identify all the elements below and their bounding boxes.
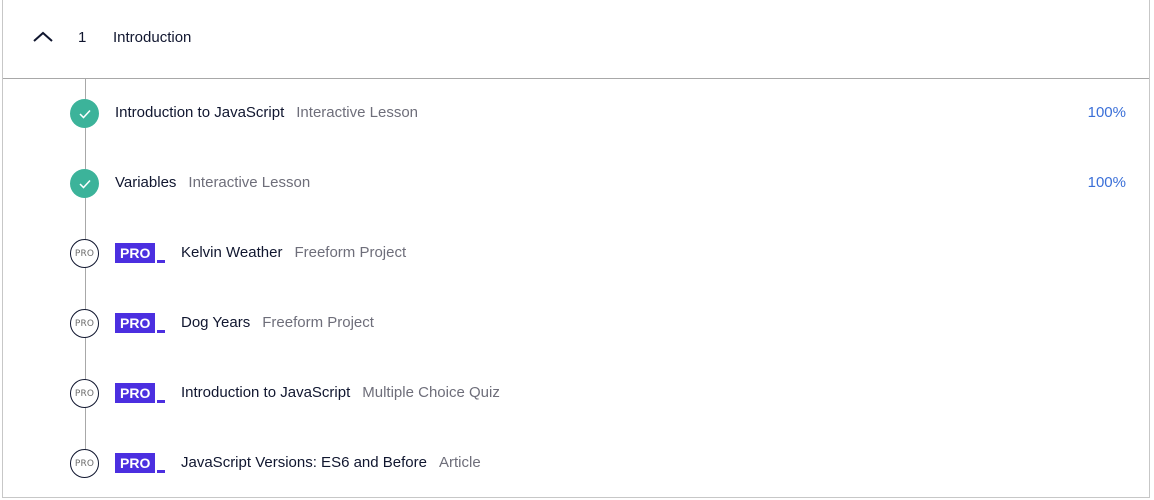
lesson-name: Dog Years	[181, 314, 251, 331]
pro-badge: PRO	[115, 243, 156, 263]
lesson-type: Multiple Choice Quiz	[362, 384, 500, 401]
lesson-item[interactable]: PRO PRO Introduction to JavaScript Multip…	[3, 359, 1151, 429]
lesson-item[interactable]: PRO PRO JavaScript Versions: ES6 and Bef…	[3, 429, 1151, 499]
section-header-toggle[interactable]: 1 Introduction	[3, 0, 1149, 79]
section-title: Introduction	[113, 29, 192, 46]
pro-lock-icon: PRO	[70, 239, 99, 268]
lesson-item[interactable]: Introduction to JavaScript Interactive Le…	[3, 79, 1151, 149]
completed-check-icon	[70, 99, 99, 128]
lesson-name: Kelvin Weather	[181, 244, 283, 261]
lesson-name: JavaScript Versions: ES6 and Before	[181, 454, 427, 471]
lesson-item[interactable]: PRO PRO Kelvin Weather Freeform Project	[3, 219, 1151, 289]
pro-badge: PRO	[115, 383, 156, 403]
lesson-name: Introduction to JavaScript	[115, 104, 285, 121]
pro-lock-icon: PRO	[70, 309, 99, 338]
lesson-label: Variables Interactive Lesson	[115, 174, 310, 191]
lesson-item[interactable]: Variables Interactive Lesson 100%	[3, 149, 1151, 219]
lesson-type: Freeform Project	[262, 314, 374, 331]
lesson-label: Introduction to JavaScript Interactive Le…	[115, 104, 418, 121]
pro-badge-underscore	[157, 260, 165, 263]
lesson-name: Introduction to JavaScript	[181, 384, 351, 401]
lesson-label: Kelvin Weather Freeform Project	[181, 244, 406, 261]
pro-lock-icon: PRO	[70, 449, 99, 478]
lesson-name: Variables	[115, 174, 177, 191]
lesson-label: JavaScript Versions: ES6 and Before Artic…	[181, 454, 481, 471]
chevron-up-icon[interactable]	[32, 30, 54, 44]
progress-percent: 100%	[1087, 104, 1126, 121]
pro-badge-underscore	[157, 470, 165, 473]
pro-lock-icon: PRO	[70, 379, 99, 408]
lesson-type: Interactive Lesson	[296, 104, 419, 121]
section-number: 1	[78, 29, 87, 46]
pro-badge-underscore	[157, 330, 165, 333]
pro-status-text: PRO	[74, 458, 95, 469]
lesson-item[interactable]: PRO PRO Dog Years Freeform Project	[3, 289, 1151, 359]
pro-status-text: PRO	[74, 388, 95, 399]
completed-check-icon	[70, 169, 99, 198]
pro-badge: PRO	[115, 313, 156, 333]
lesson-type: Article	[438, 454, 481, 471]
lesson-label: Dog Years Freeform Project	[181, 314, 374, 331]
progress-percent: 100%	[1087, 174, 1126, 191]
lesson-label: Introduction to JavaScript Multiple Choic…	[181, 384, 500, 401]
module-section: 1 Introduction Introduction to JavaScrip…	[2, 0, 1150, 498]
lesson-type: Freeform Project	[294, 244, 407, 261]
pro-badge: PRO	[115, 453, 156, 473]
pro-status-text: PRO	[74, 318, 95, 329]
pro-badge-underscore	[157, 400, 165, 403]
pro-status-text: PRO	[74, 248, 95, 259]
lesson-type: Interactive Lesson	[188, 174, 311, 191]
